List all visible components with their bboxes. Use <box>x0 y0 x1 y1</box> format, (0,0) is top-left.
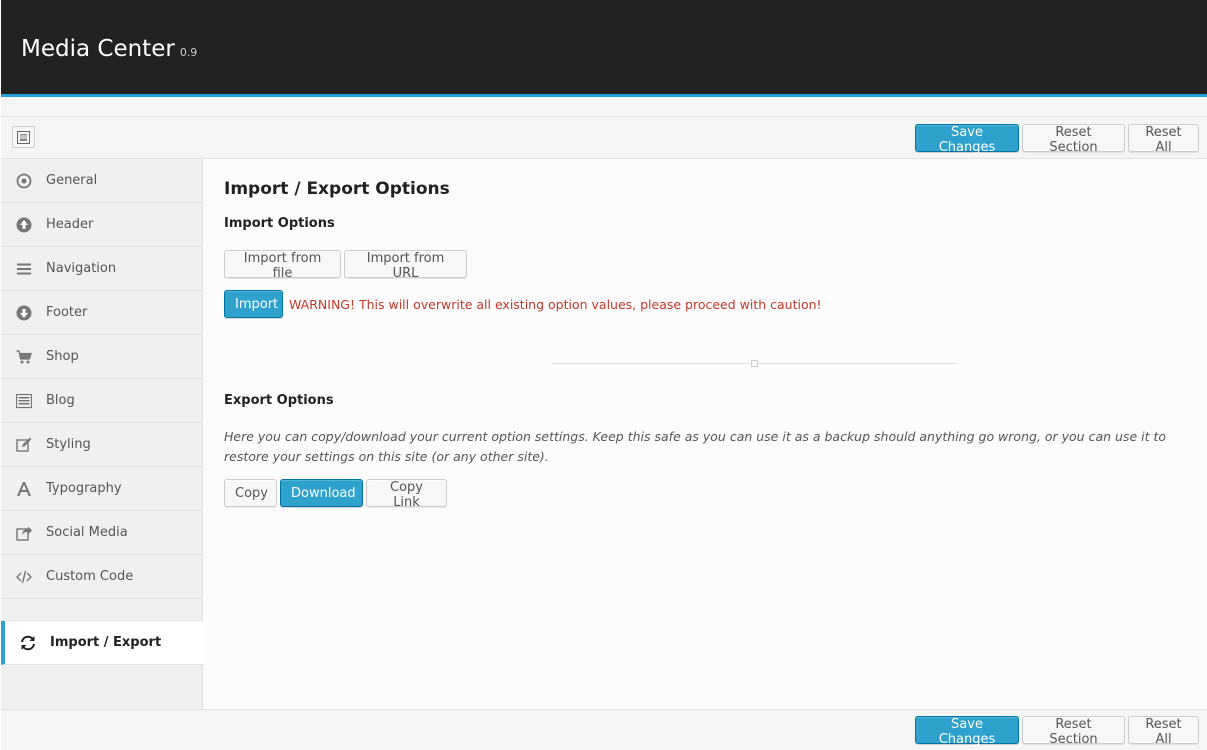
code-icon <box>15 568 33 586</box>
arrow-down-circle-icon <box>15 304 33 322</box>
import-heading: Import Options <box>224 216 335 231</box>
sidebar-item-general[interactable]: General <box>1 159 203 203</box>
menu-icon <box>15 260 33 278</box>
save-changes-button[interactable]: Save Changes <box>915 124 1019 155</box>
sidebar-item-label: Shop <box>46 349 79 364</box>
sidebar-item-label: Navigation <box>46 261 117 276</box>
header-gap <box>1 97 1207 117</box>
app-title: Media Center 0.9 <box>21 36 197 62</box>
reset-all-button-bottom[interactable]: Reset All <box>1128 716 1199 747</box>
circle-dot-icon <box>15 172 33 190</box>
import-from-file-button[interactable]: Import from file <box>224 250 341 281</box>
sidebar-item-social-media[interactable]: Social Media <box>1 511 203 555</box>
reset-section-button[interactable]: Reset Section <box>1022 124 1125 155</box>
sidebar-item-blog[interactable]: Blog <box>1 379 203 423</box>
arrow-up-circle-icon <box>15 216 33 234</box>
sidebar-item-navigation[interactable]: Navigation <box>1 247 203 291</box>
sidebar-item-label: Custom Code <box>46 569 134 584</box>
sidebar-item-label: Header <box>46 217 94 232</box>
list-icon <box>15 392 33 410</box>
divider-knob <box>751 360 758 367</box>
sidebar-item-styling[interactable]: Styling <box>1 423 203 467</box>
sidebar-item-shop[interactable]: Shop <box>1 335 203 379</box>
export-heading: Export Options <box>224 393 334 408</box>
sidebar-item-label: Social Media <box>46 525 128 540</box>
sidebar-item-typography[interactable]: Typography <box>1 467 203 511</box>
bottom-toolbar: Save Changes Reset Section Reset All <box>1 709 1207 750</box>
export-description: Here you can copy/download your current … <box>224 429 1166 464</box>
share-icon <box>15 524 33 542</box>
edit-icon <box>15 436 33 454</box>
sidebar-item-header[interactable]: Header <box>1 203 203 247</box>
sidebar-item-custom-code[interactable]: Custom Code <box>1 555 203 599</box>
sidebar-item-label: Import / Export <box>50 635 162 650</box>
app-title-text: Media Center <box>21 36 175 62</box>
save-changes-button-bottom[interactable]: Save Changes <box>915 716 1019 747</box>
import-from-url-button[interactable]: Import from URL <box>344 250 467 281</box>
sidebar-item-label: Blog <box>46 393 75 408</box>
version-label: 0.9 <box>179 46 198 59</box>
import-warning: WARNING! This will overwrite all existin… <box>289 297 822 312</box>
expand-icon <box>17 130 30 144</box>
app-header: Media Center 0.9 <box>1 0 1207 94</box>
sidebar-item-import-export[interactable]: Import / Export <box>1 621 205 665</box>
copy-link-button[interactable]: Copy Link <box>366 479 447 510</box>
refresh-icon <box>19 634 37 652</box>
reset-all-button[interactable]: Reset All <box>1128 124 1199 155</box>
options-panel: Media Center 0.9 Save Changes Reset Secti… <box>1 0 1207 750</box>
content-area: Import / Export Options Import Options I… <box>204 159 1207 709</box>
import-button[interactable]: Import <box>224 290 283 318</box>
reset-section-button-bottom[interactable]: Reset Section <box>1022 716 1125 747</box>
sidebar-item-footer[interactable]: Footer <box>1 291 203 335</box>
sidebar-spacer <box>1 599 203 621</box>
copy-button[interactable]: Copy <box>224 479 277 507</box>
expand-toggle-button[interactable] <box>12 126 35 148</box>
page-title: Import / Export Options <box>224 179 450 199</box>
cart-icon <box>15 348 33 366</box>
sidebar: General Header Navigation Footer Shop Bl… <box>1 159 205 709</box>
font-icon <box>15 480 33 498</box>
sidebar-item-label: Footer <box>46 305 88 320</box>
top-toolbar: Save Changes Reset Section Reset All <box>1 117 1207 159</box>
download-button[interactable]: Download <box>280 479 363 507</box>
sidebar-item-label: Styling <box>46 437 91 452</box>
sidebar-item-label: General <box>46 173 98 188</box>
sidebar-item-label: Typography <box>46 481 122 496</box>
